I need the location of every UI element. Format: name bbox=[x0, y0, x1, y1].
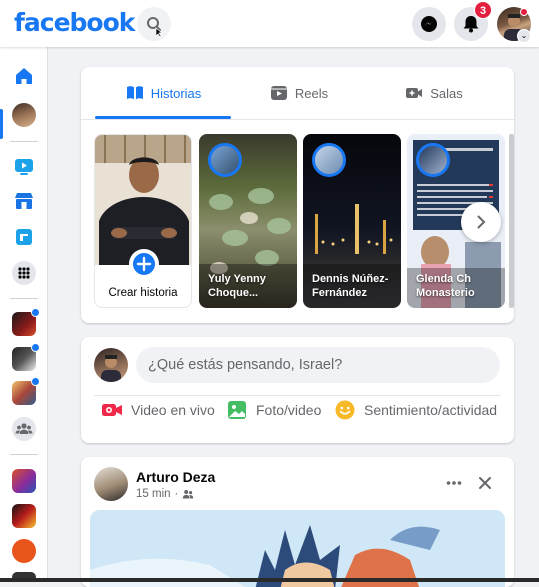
story-author-name: Dennis Núñez-Fernández bbox=[312, 273, 389, 299]
shortcut-6[interactable] bbox=[12, 539, 36, 563]
composer-placeholder: ¿Qué estás pensando, Israel? bbox=[148, 357, 343, 373]
post-time[interactable]: 15 min bbox=[136, 488, 171, 500]
watch-icon[interactable] bbox=[12, 154, 36, 178]
action-label: Foto/video bbox=[256, 402, 322, 418]
tab-salas[interactable]: Salas bbox=[366, 67, 501, 119]
top-navigation-bar: facebook 3 ⌄ bbox=[0, 0, 539, 47]
feed-post-card: Arturo Deza 15 min · bbox=[81, 457, 514, 587]
next-story-edge bbox=[509, 134, 514, 308]
hide-post-button[interactable] bbox=[471, 469, 499, 497]
rail-divider bbox=[10, 454, 38, 455]
bottom-edge bbox=[0, 578, 539, 582]
create-story-card[interactable]: Crear historia bbox=[94, 134, 192, 308]
action-label: Video en vivo bbox=[131, 402, 215, 418]
composer-avatar[interactable] bbox=[94, 348, 128, 382]
tab-reels[interactable]: Reels bbox=[231, 67, 366, 119]
post-meta: 15 min · bbox=[136, 488, 194, 500]
create-story-photo bbox=[95, 135, 191, 265]
post-composer-card: ¿Qué estás pensando, Israel? Video en vi… bbox=[81, 337, 514, 443]
groups-icon[interactable] bbox=[12, 417, 36, 441]
messenger-icon bbox=[421, 16, 437, 32]
close-icon bbox=[479, 477, 491, 489]
story-author-avatar bbox=[208, 143, 242, 177]
action-label: Sentimiento/actividad bbox=[364, 402, 498, 418]
notifications-badge: 3 bbox=[474, 1, 492, 19]
live-video-button[interactable]: Video en vivo bbox=[101, 394, 215, 426]
shortcut-1-new-dot bbox=[31, 308, 40, 317]
profile-avatar[interactable] bbox=[12, 103, 36, 127]
chevron-right-icon bbox=[477, 215, 486, 229]
left-navigation-rail bbox=[0, 47, 48, 582]
story-author-avatar bbox=[416, 143, 450, 177]
next-stories-button[interactable] bbox=[461, 202, 501, 242]
story-card[interactable]: Yuly Yenny Choque... bbox=[199, 134, 297, 308]
marketplace-icon[interactable] bbox=[12, 189, 36, 213]
friends-icon bbox=[183, 490, 194, 499]
post-author-avatar[interactable] bbox=[94, 467, 128, 501]
facebook-logo[interactable]: facebook bbox=[14, 8, 135, 37]
live-video-icon bbox=[102, 404, 122, 416]
shortcut-3-new-dot bbox=[31, 377, 40, 386]
video-camera-icon bbox=[406, 88, 423, 98]
tab-historias[interactable]: Historias bbox=[95, 67, 231, 119]
shortcut-5[interactable] bbox=[12, 504, 36, 528]
reels-icon bbox=[270, 86, 287, 100]
story-author-avatar bbox=[312, 143, 346, 177]
post-author-name[interactable]: Arturo Deza bbox=[136, 469, 215, 485]
rail-divider bbox=[10, 298, 38, 299]
home-icon[interactable] bbox=[12, 64, 36, 88]
account-alert-dot bbox=[520, 8, 528, 16]
home-selected-indicator bbox=[0, 109, 3, 139]
whats-on-your-mind-input[interactable]: ¿Qué estás pensando, Israel? bbox=[136, 347, 500, 383]
add-story-button[interactable] bbox=[129, 249, 159, 279]
photo-icon bbox=[228, 401, 246, 419]
search-button[interactable] bbox=[137, 7, 171, 41]
account-menu-chevron-icon[interactable]: ⌄ bbox=[517, 29, 531, 43]
post-image-illustration bbox=[90, 510, 505, 587]
post-options-button[interactable] bbox=[440, 469, 468, 497]
search-icon bbox=[147, 17, 163, 38]
smiley-icon bbox=[335, 400, 355, 420]
stories-card: Historias Reels Salas Crear historia Yul… bbox=[81, 67, 514, 323]
messenger-button[interactable] bbox=[412, 7, 446, 41]
tabs-divider bbox=[81, 119, 514, 120]
menu-grid-icon[interactable] bbox=[12, 261, 36, 285]
rail-divider bbox=[10, 141, 38, 142]
story-author-name: Glenda Ch Monasterio bbox=[416, 273, 475, 299]
tab-label: Salas bbox=[430, 85, 463, 101]
book-icon bbox=[126, 86, 143, 100]
plus-icon bbox=[136, 256, 152, 272]
photo-video-button[interactable]: Foto/video bbox=[226, 394, 321, 426]
story-card[interactable]: Dennis Núñez-Fernández bbox=[303, 134, 401, 308]
shortcut-4[interactable] bbox=[12, 469, 36, 493]
story-author-name: Yuly Yenny Choque... bbox=[208, 273, 266, 299]
tab-label: Historias bbox=[150, 85, 202, 101]
more-horizontal-icon bbox=[446, 481, 462, 485]
shortcut-2-new-dot bbox=[31, 343, 40, 352]
feeling-activity-button[interactable]: Sentimiento/actividad bbox=[334, 394, 497, 426]
create-story-label: Crear historia bbox=[108, 287, 178, 299]
post-image[interactable] bbox=[90, 510, 505, 587]
gaming-icon[interactable] bbox=[12, 225, 36, 249]
tab-label: Reels bbox=[294, 85, 329, 101]
meta-separator: · bbox=[174, 488, 179, 500]
